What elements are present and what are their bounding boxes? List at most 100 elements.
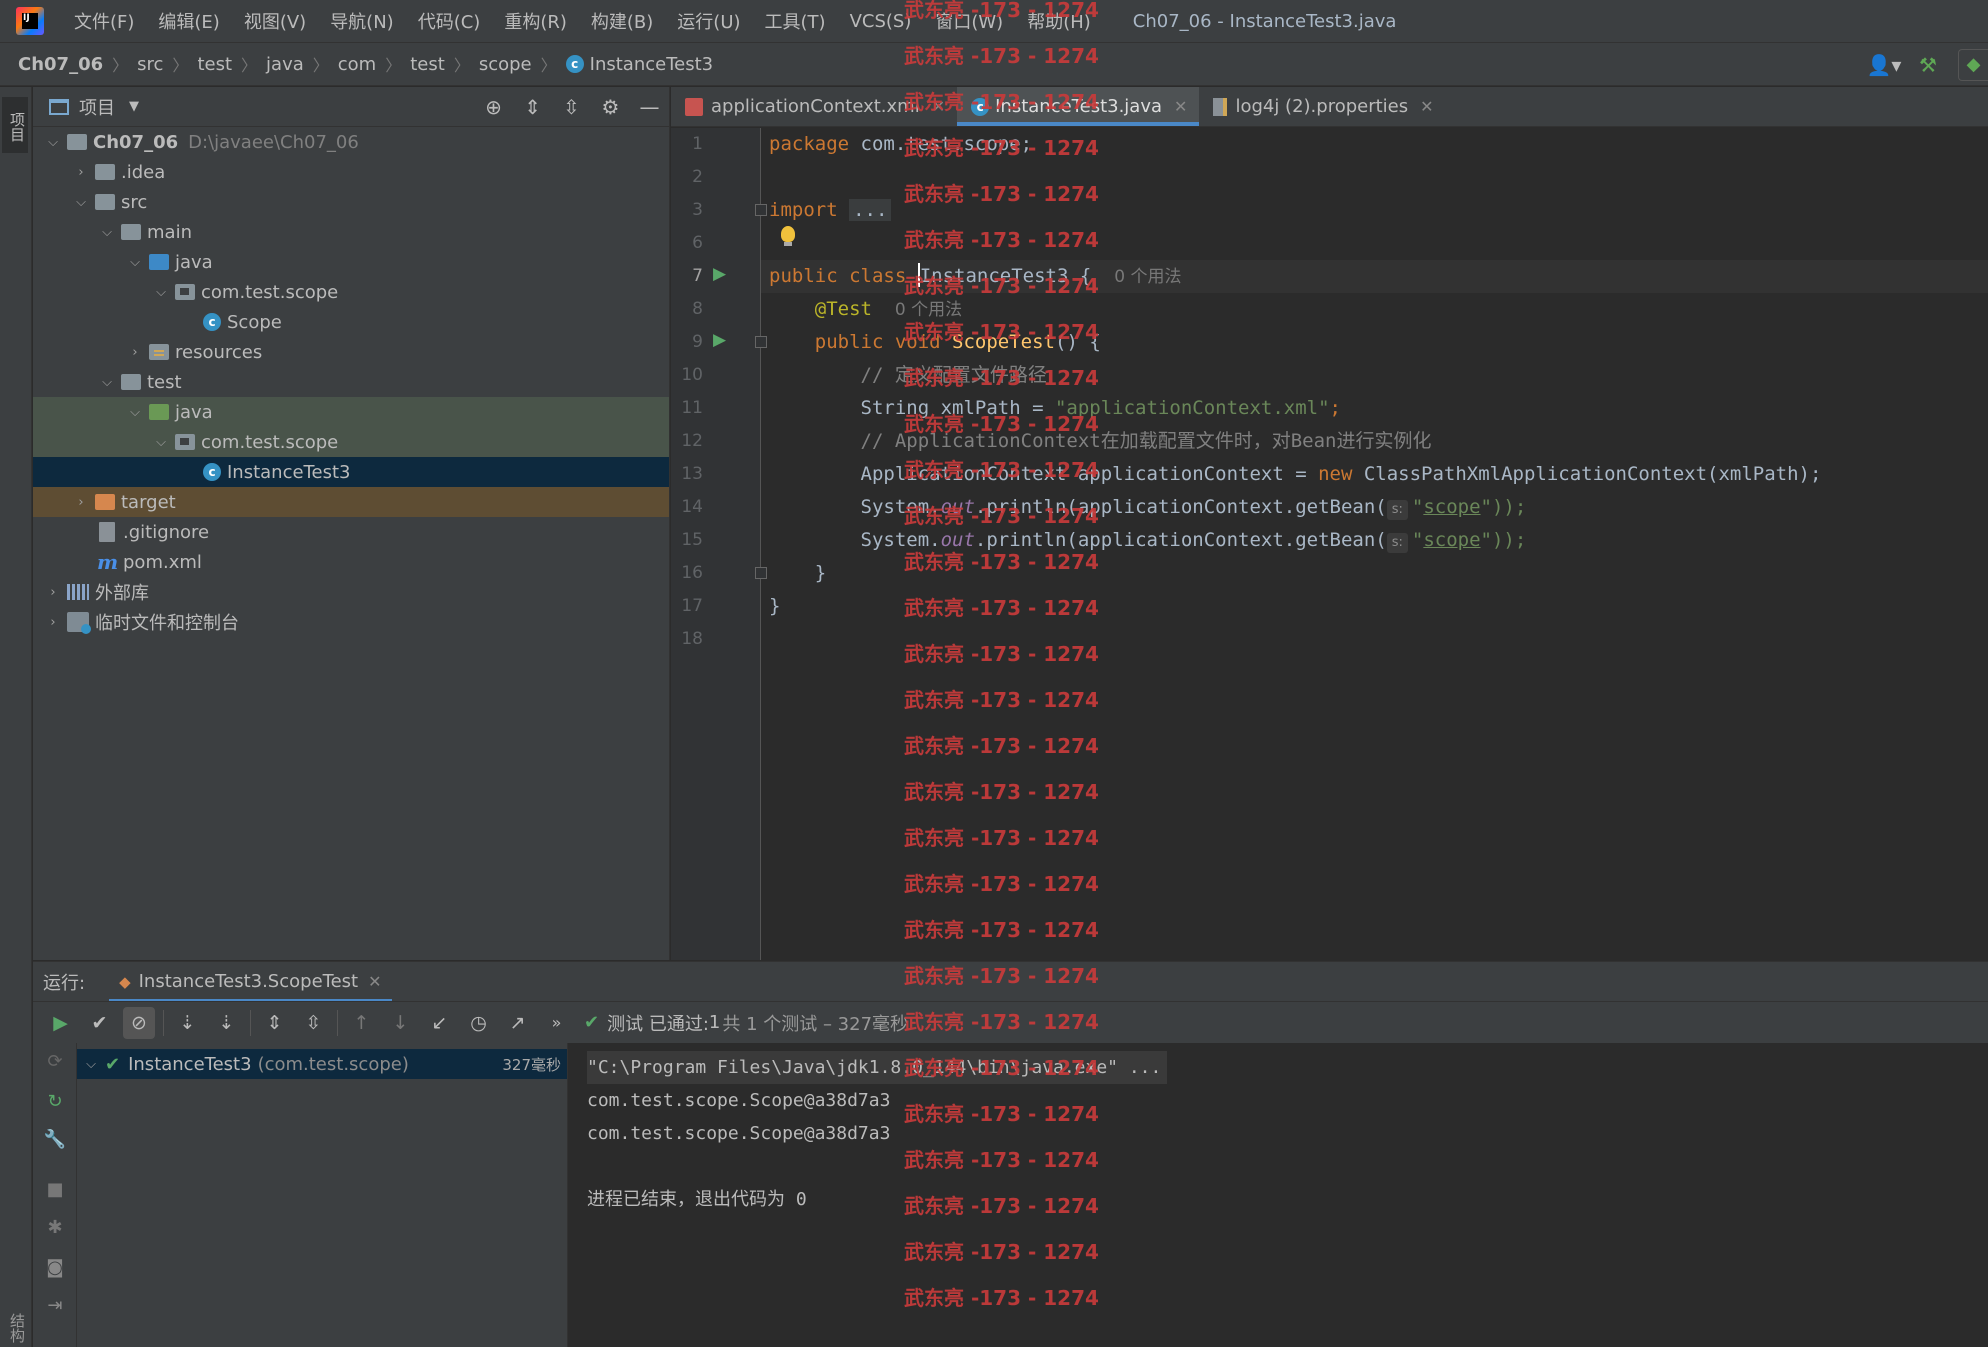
tree-item-scratches[interactable]: › 临时文件和控制台 xyxy=(33,607,669,637)
debug-icon[interactable]: ✱ xyxy=(43,1217,67,1238)
tree-item-src[interactable]: ⌵ src xyxy=(33,187,669,217)
project-view-selector[interactable]: 项目 xyxy=(79,94,115,120)
console-output[interactable]: "C:\Program Files\Java\jdk1.8.0_144\bin\… xyxy=(569,1043,1988,1347)
previous-test-icon[interactable]: ↑ xyxy=(342,1007,381,1039)
breadcrumb-java[interactable]: java xyxy=(266,54,304,75)
locate-icon[interactable]: ⊕ xyxy=(474,95,513,119)
collapse-all-icon[interactable]: ⇳ xyxy=(294,1007,333,1039)
chevron-down-icon[interactable]: ⌵ xyxy=(151,285,171,300)
next-test-icon[interactable]: ↓ xyxy=(381,1007,420,1039)
tree-item-instancetest3[interactable]: c InstanceTest3 xyxy=(33,457,669,487)
breadcrumb-project[interactable]: Ch07_06 xyxy=(18,54,103,75)
lightbulb-icon[interactable] xyxy=(781,226,795,246)
expand-all-icon[interactable]: ⇕ xyxy=(513,95,552,119)
tree-item-external-libs[interactable]: › 外部库 xyxy=(33,577,669,607)
menu-window[interactable]: 窗口(W) xyxy=(923,8,1015,34)
toggle-auto-test-icon[interactable]: ↻ xyxy=(43,1091,67,1112)
close-icon[interactable]: ✕ xyxy=(1174,97,1187,116)
menu-run[interactable]: 运行(U) xyxy=(665,8,752,34)
breadcrumb-class[interactable]: InstanceTest3 xyxy=(590,54,713,75)
tree-item-gitignore[interactable]: .gitignore xyxy=(33,517,669,547)
project-tool-tab[interactable]: 项目 xyxy=(2,97,28,153)
code-editor[interactable]: 1 2 3 6 7 8 9 10 11 12 13 14 15 16 17 18… xyxy=(671,128,1988,960)
fold-icon[interactable] xyxy=(755,204,767,216)
sort-duration-icon[interactable]: ⇣ xyxy=(207,1007,246,1039)
menu-refactor[interactable]: 重构(R) xyxy=(492,8,579,34)
more-icon[interactable]: » xyxy=(537,1007,576,1039)
tree-item-project-root[interactable]: ⌵ Ch07_06 D:\javaee\Ch07_06 xyxy=(33,127,669,157)
test-result-row[interactable]: ⌵ ✔ InstanceTest3 (com.test.scope) 327毫秒 xyxy=(77,1049,567,1079)
build-hammer-icon[interactable]: ⚒ xyxy=(1906,53,1950,77)
stop-icon[interactable]: ■ xyxy=(43,1179,67,1200)
menu-build[interactable]: 构建(B) xyxy=(579,8,665,34)
fold-icon[interactable] xyxy=(755,567,767,579)
tree-item-resources[interactable]: › resources xyxy=(33,337,669,367)
chevron-down-icon[interactable]: ⌵ xyxy=(43,135,63,150)
minimize-icon[interactable]: — xyxy=(630,95,669,119)
menu-help[interactable]: 帮助(H) xyxy=(1015,8,1103,34)
tree-item-main[interactable]: ⌵ main xyxy=(33,217,669,247)
sort-alpha-icon[interactable]: ⇣ xyxy=(168,1007,207,1039)
menu-edit[interactable]: 编辑(E) xyxy=(146,8,231,34)
menu-vcs[interactable]: VCS(S) xyxy=(838,11,924,32)
close-icon[interactable]: ✕ xyxy=(932,97,945,116)
tab-log4j-properties[interactable]: log4j (2).properties ✕ xyxy=(1199,87,1445,126)
wrench-icon[interactable]: 🔧 xyxy=(43,1129,67,1150)
chevron-right-icon[interactable]: › xyxy=(43,585,63,600)
tree-item-scope-class[interactable]: c Scope xyxy=(33,307,669,337)
history-icon[interactable]: ◷ xyxy=(459,1007,498,1039)
menu-view[interactable]: 视图(V) xyxy=(232,8,318,34)
breadcrumb-test-pkg[interactable]: test xyxy=(410,54,445,75)
tree-item-test[interactable]: ⌵ test xyxy=(33,367,669,397)
camera-icon[interactable]: ◙ xyxy=(43,1257,67,1278)
console-command-line[interactable]: "C:\Program Files\Java\jdk1.8.0_144\bin\… xyxy=(587,1051,1168,1084)
gear-icon[interactable]: ⚙ xyxy=(591,95,630,119)
menu-code[interactable]: 代码(C) xyxy=(406,8,493,34)
tab-instancetest3-java[interactable]: c InstanceTest3.java ✕ xyxy=(957,87,1200,126)
menu-navigate[interactable]: 导航(N) xyxy=(318,8,406,34)
run-config-icon[interactable]: ◆ xyxy=(1958,49,1988,81)
export-icon[interactable]: ↗ xyxy=(498,1007,537,1039)
usage-hint[interactable]: 0 个用法 xyxy=(895,300,962,320)
chevron-down-icon[interactable]: ⌵ xyxy=(125,255,145,270)
chevron-down-icon[interactable]: ⌵ xyxy=(97,225,117,240)
chevron-right-icon[interactable]: › xyxy=(71,495,91,510)
run-tab[interactable]: ◆ InstanceTest3.ScopeTest ✕ xyxy=(109,962,392,1002)
menu-tools[interactable]: 工具(T) xyxy=(753,8,838,34)
run-test-class-icon[interactable]: ▶ xyxy=(713,264,733,284)
chevron-down-icon[interactable]: ⌵ xyxy=(81,1057,101,1072)
show-passed-icon[interactable]: ✔ xyxy=(80,1007,119,1039)
usage-hint[interactable]: 0 个用法 xyxy=(1114,267,1181,287)
tree-item-pom[interactable]: m pom.xml xyxy=(33,547,669,577)
rerun-icon[interactable]: ▶ xyxy=(41,1007,80,1039)
fold-icon[interactable] xyxy=(755,336,767,348)
tree-item-target[interactable]: › target xyxy=(33,487,669,517)
structure-tool-tab[interactable]: 结构 xyxy=(2,1313,28,1343)
exit-icon[interactable]: ⇥ xyxy=(43,1295,67,1316)
expand-all-icon[interactable]: ⇕ xyxy=(255,1007,294,1039)
import-fold[interactable]: ... xyxy=(849,199,892,221)
chevron-down-icon[interactable]: ⌵ xyxy=(151,435,171,450)
tree-item-main-package[interactable]: ⌵ com.test.scope xyxy=(33,277,669,307)
close-icon[interactable]: ✕ xyxy=(368,972,381,991)
breadcrumb-scope[interactable]: scope xyxy=(479,54,532,75)
rerun-failed-icon[interactable]: ⟳ xyxy=(43,1051,67,1072)
tree-item-test-package[interactable]: ⌵ com.test.scope xyxy=(33,427,669,457)
tab-applicationcontext-xml[interactable]: applicationContext.xml ✕ xyxy=(671,87,957,126)
chevron-right-icon[interactable]: › xyxy=(43,615,63,630)
tree-item-test-java[interactable]: ⌵ java xyxy=(33,397,669,427)
user-icon[interactable]: 👤▾ xyxy=(1862,53,1906,77)
chevron-down-icon[interactable]: ⌵ xyxy=(71,195,91,210)
tree-item-main-java[interactable]: ⌵ java xyxy=(33,247,669,277)
tree-item-idea[interactable]: › .idea xyxy=(33,157,669,187)
menu-file[interactable]: 文件(F) xyxy=(62,8,146,34)
chevron-down-icon[interactable]: ▼ xyxy=(129,99,139,114)
breadcrumb-test[interactable]: test xyxy=(197,54,232,75)
run-test-method-icon[interactable]: ▶ xyxy=(713,330,733,350)
chevron-right-icon[interactable]: › xyxy=(71,165,91,180)
chevron-down-icon[interactable]: ⌵ xyxy=(125,405,145,420)
intellij-logo-icon[interactable]: IJ xyxy=(16,7,44,35)
import-tests-icon[interactable]: ↙ xyxy=(420,1007,459,1039)
breadcrumb-src[interactable]: src xyxy=(137,54,163,75)
chevron-down-icon[interactable]: ⌵ xyxy=(97,375,117,390)
